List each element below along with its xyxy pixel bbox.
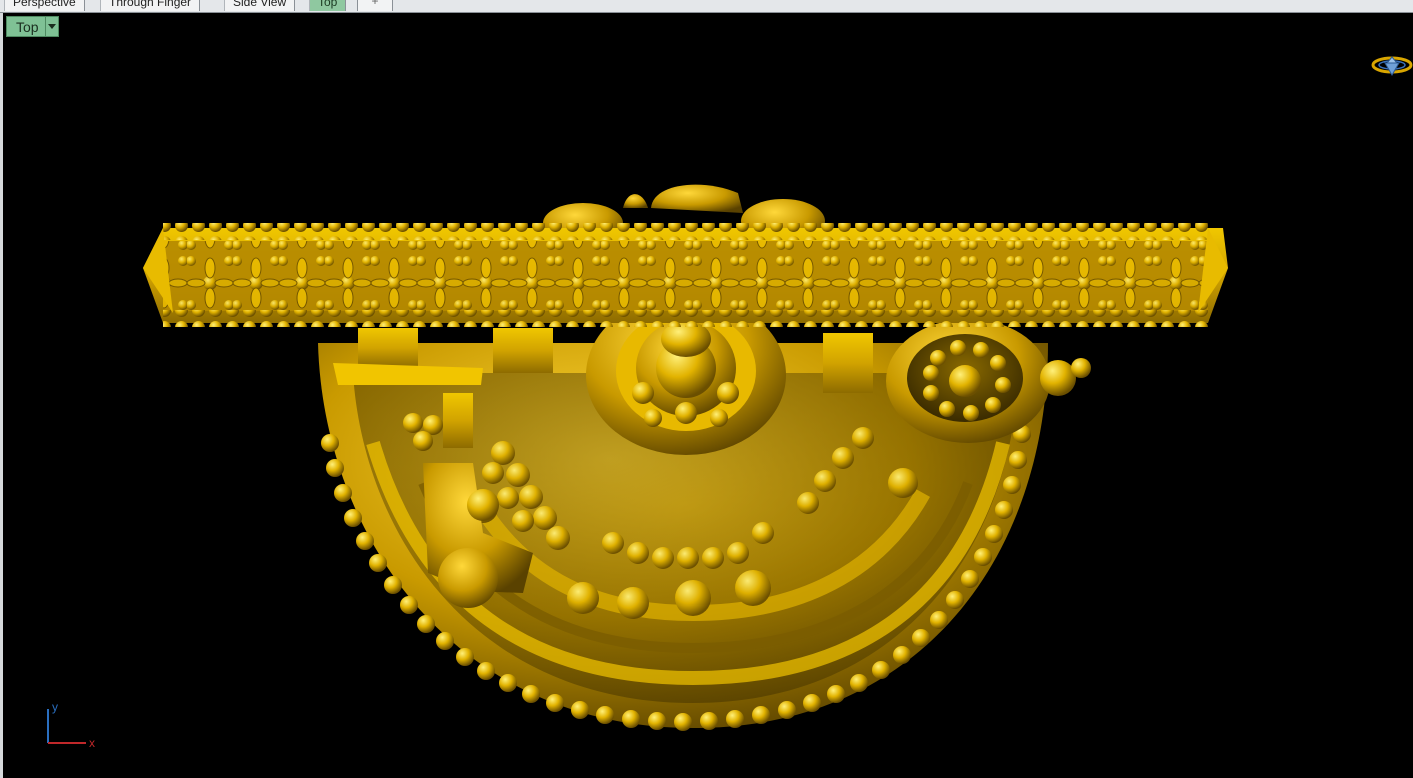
viewport-label-text: Top xyxy=(16,18,39,35)
x-axis-label: x xyxy=(89,736,95,749)
ring-navigator-icon[interactable] xyxy=(1371,53,1413,79)
tab-through-finger[interactable]: Through Finger xyxy=(100,0,201,11)
ornate-gold-ring-model[interactable] xyxy=(3,13,1413,778)
plus-icon: + xyxy=(371,0,379,8)
tab-perspective[interactable]: Perspective xyxy=(4,0,85,11)
tab-top[interactable]: Top xyxy=(309,0,347,11)
viewport-top[interactable]: Top y x xyxy=(3,13,1413,778)
add-tab-button[interactable]: + xyxy=(357,0,393,11)
tab-side-view[interactable]: Side View xyxy=(224,0,296,11)
viewport-label[interactable]: Top xyxy=(6,16,59,37)
axis-indicator: y x xyxy=(47,700,95,749)
y-axis-label: y xyxy=(52,700,58,714)
viewport-tab-bar: Perspective Through Finger Side View Top… xyxy=(0,0,1413,13)
chevron-down-icon[interactable] xyxy=(44,17,58,36)
